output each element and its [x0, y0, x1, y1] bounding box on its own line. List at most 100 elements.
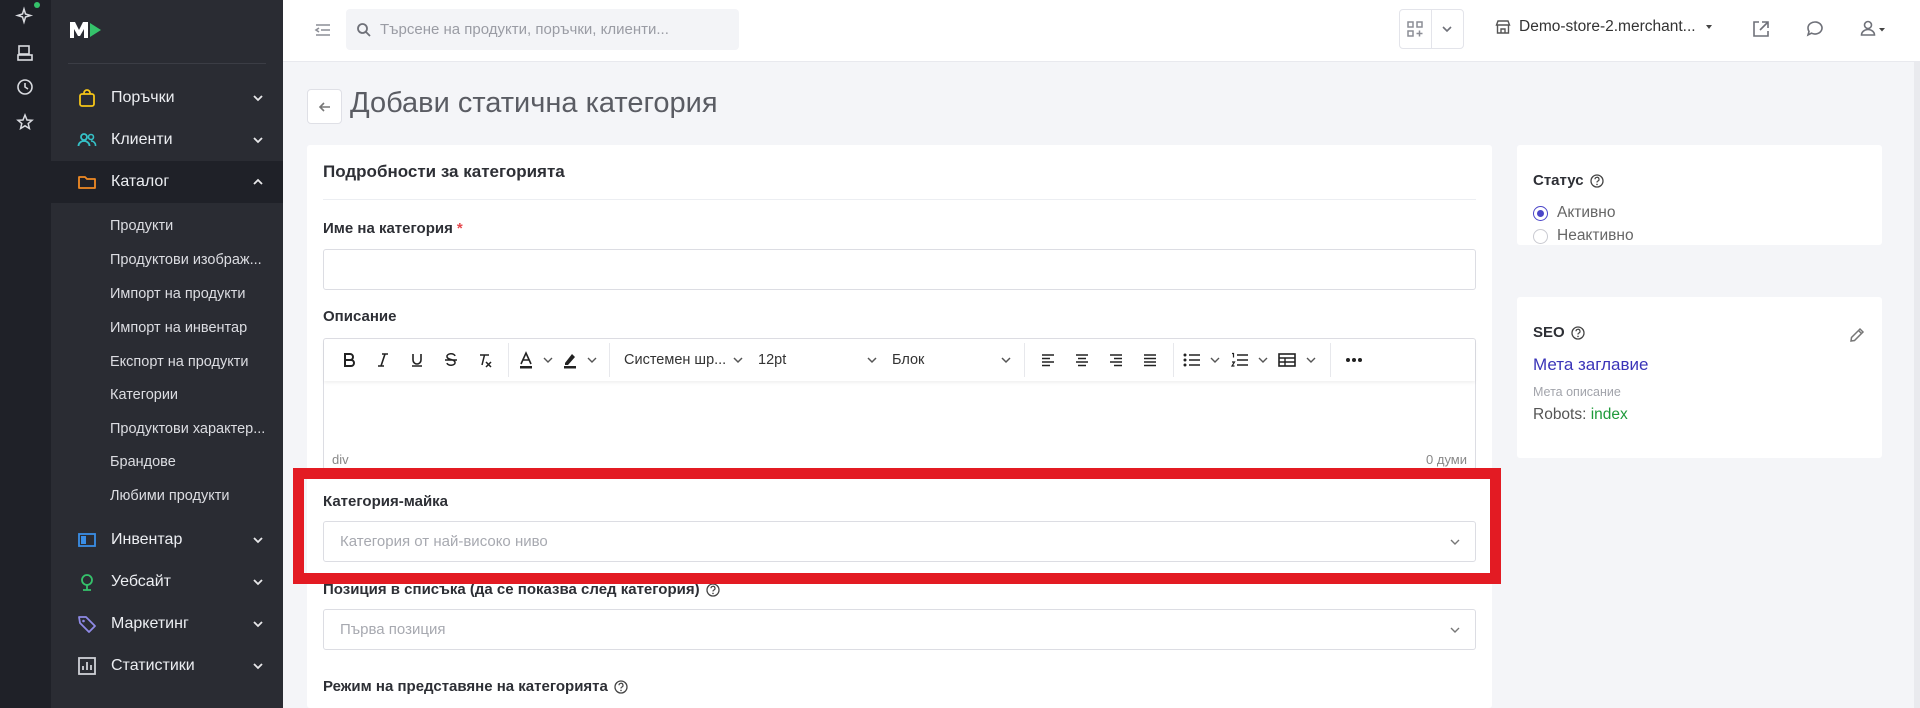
inventory-icon — [78, 533, 96, 547]
topbar: Demo-store-2.merchant... — [283, 0, 1920, 62]
radio-circle-checked — [1533, 205, 1548, 221]
notification-dot — [34, 2, 40, 8]
position-select[interactable]: Първа позиция — [323, 609, 1476, 650]
sidebar-subitem-import-inventory[interactable]: Импорт на инвентар — [110, 320, 274, 336]
sidebar-item-website[interactable]: Уебсайт — [51, 561, 283, 603]
logo[interactable] — [68, 18, 104, 42]
sidebar-item-orders[interactable]: Поръчки — [51, 77, 283, 119]
pencil-icon[interactable] — [1848, 326, 1866, 344]
align-justify-button[interactable] — [1133, 343, 1167, 377]
status-inactive-radio[interactable]: Неактивно — [1533, 227, 1634, 245]
bold-icon — [344, 353, 355, 367]
sidebar-subitem-brands[interactable]: Брандове — [110, 454, 274, 470]
clear-format-button[interactable] — [468, 343, 502, 377]
arrow-left-icon — [318, 101, 330, 112]
star-icon[interactable] — [15, 112, 35, 132]
numbered-list-button[interactable] — [1228, 343, 1276, 377]
strikethrough-button[interactable] — [434, 343, 468, 377]
help-icon[interactable] — [1589, 173, 1604, 188]
store-icon — [1495, 20, 1511, 34]
font-size-select[interactable]: 12pt — [750, 343, 884, 377]
sidebar-item-label: Клиенти — [111, 131, 173, 148]
align-right-icon — [1110, 354, 1122, 367]
radio-circle — [1533, 228, 1548, 244]
status-title-text: Статус — [1533, 172, 1584, 189]
sidebar-subitem-products[interactable]: Продукти — [110, 218, 274, 234]
category-details-card: Подробности за категорията Име на катего… — [307, 145, 1492, 708]
chevron-down-icon — [253, 663, 263, 670]
sidebar-subitem-categories[interactable]: Категории — [110, 387, 274, 403]
sidebar-subitem-product-attributes[interactable]: Продуктови характер... — [110, 421, 274, 437]
font-size-value: 12pt — [758, 352, 787, 368]
collapse-sidebar-icon[interactable] — [313, 20, 333, 40]
editor-statusbar: div 0 думи — [332, 447, 1467, 467]
pos-icon[interactable] — [15, 43, 35, 63]
help-icon[interactable] — [614, 679, 628, 694]
table-button[interactable] — [1276, 343, 1324, 377]
help-icon[interactable] — [1571, 325, 1585, 340]
italic-icon — [378, 353, 388, 367]
store-selector[interactable]: Demo-store-2.merchant... — [1495, 18, 1714, 36]
sidebar-item-statistics[interactable]: Статистики — [51, 645, 283, 687]
chevron-down-icon — [253, 621, 263, 628]
sidebar-subitem-export-products[interactable]: Експорт на продукти — [110, 354, 274, 370]
sidebar-item-label: Инвентар — [111, 531, 183, 548]
page-title: Добави статична категория — [350, 87, 718, 119]
user-menu-icon[interactable] — [1858, 18, 1890, 40]
bold-button[interactable] — [332, 343, 366, 377]
word-count: 0 думи — [1426, 452, 1467, 467]
sidebar-item-inventory[interactable]: Инвентар — [51, 519, 283, 561]
bag-icon — [79, 89, 95, 107]
clear-format-icon — [480, 354, 492, 368]
bullet-list-button[interactable] — [1180, 343, 1228, 377]
sidebar-item-catalog[interactable]: Каталог — [51, 161, 283, 203]
clock-icon[interactable] — [15, 77, 35, 97]
align-justify-icon — [1144, 354, 1156, 367]
apps-dropdown-button[interactable] — [1432, 10, 1463, 48]
sidebar-subitem-favorite-products[interactable]: Любими продукти — [110, 488, 274, 504]
toolbar-group-selects: Системен шр... 12pt Блок — [616, 343, 1025, 377]
seo-meta-title[interactable]: Мета заглавие — [1533, 355, 1648, 375]
chat-icon[interactable] — [1804, 18, 1826, 40]
text-color-button[interactable] — [515, 343, 559, 377]
help-icon[interactable] — [705, 582, 720, 597]
align-left-icon — [1042, 354, 1054, 367]
external-link-icon[interactable] — [1750, 18, 1772, 40]
chevron-up-icon — [253, 178, 263, 185]
sparkle-icon[interactable] — [15, 6, 35, 26]
underline-button[interactable] — [400, 343, 434, 377]
sidebar-subitem-import-products[interactable]: Импорт на продукти — [110, 286, 274, 302]
description-label: Описание — [323, 308, 397, 325]
toolbar-group-format — [332, 343, 509, 377]
back-button[interactable] — [307, 89, 342, 124]
description-editor: Системен шр... 12pt Блок div 0 думи — [323, 338, 1476, 470]
italic-button[interactable] — [366, 343, 400, 377]
toolbar-group-lists — [1180, 343, 1331, 377]
table-icon — [1278, 353, 1316, 367]
seo-card: SEO Мета заглавие Мета описание Robots: … — [1517, 297, 1882, 458]
align-right-button[interactable] — [1099, 343, 1133, 377]
sidebar-subitem-product-images[interactable]: Продуктови изображ... — [110, 252, 274, 268]
apps-grid-button[interactable] — [1400, 10, 1432, 48]
icon-rail — [0, 0, 51, 708]
store-name: Demo-store-2.merchant... — [1519, 18, 1696, 35]
sidebar-item-customers[interactable]: Клиенти — [51, 119, 283, 161]
block-format-select[interactable]: Блок — [884, 343, 1018, 377]
category-name-input[interactable] — [323, 249, 1476, 290]
search-input[interactable] — [380, 21, 720, 38]
numbered-list-icon — [1230, 352, 1268, 367]
font-family-select[interactable]: Системен шр... — [616, 343, 750, 377]
status-title: Статус — [1533, 172, 1604, 189]
sidebar-item-marketing[interactable]: Маркетинг — [51, 603, 283, 645]
more-button[interactable] — [1337, 343, 1371, 377]
align-left-button[interactable] — [1031, 343, 1065, 377]
chevron-down-icon — [867, 357, 877, 364]
position-placeholder: Първа позиция — [340, 621, 446, 638]
highlight-color-button[interactable] — [559, 343, 603, 377]
status-active-radio[interactable]: Активно — [1533, 204, 1615, 222]
page-scrollbar[interactable] — [1914, 62, 1920, 708]
radio-label: Неактивно — [1557, 227, 1634, 244]
align-center-button[interactable] — [1065, 343, 1099, 377]
editor-toolbar: Системен шр... 12pt Блок — [324, 339, 1475, 381]
website-icon — [81, 574, 93, 591]
